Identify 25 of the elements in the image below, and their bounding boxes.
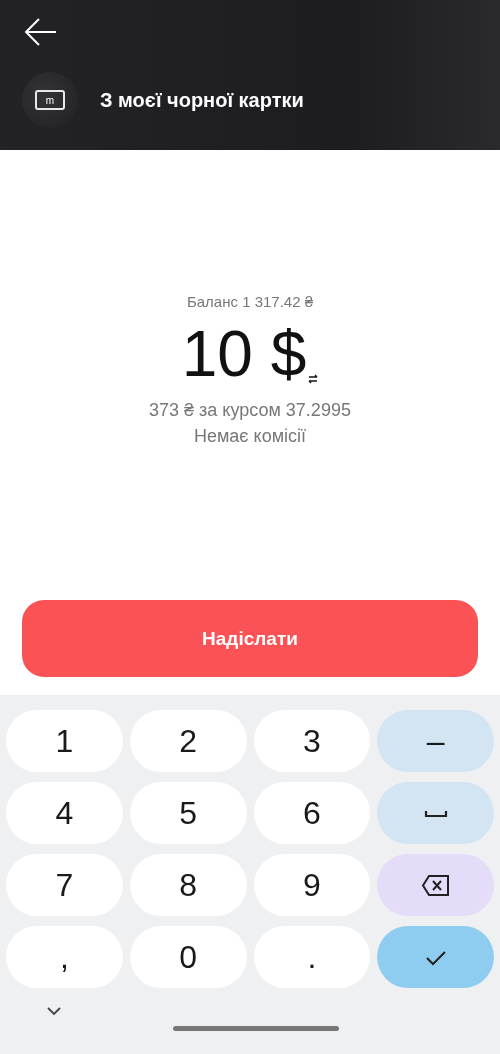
keyboard-key[interactable]: 3	[253, 710, 371, 772]
commission-text: Немає комісії	[193, 426, 306, 447]
exchange-rate-text: 373 ₴ за курсом 37.2995	[149, 400, 351, 421]
chevron-down-icon[interactable]	[46, 1006, 62, 1016]
amount-value: 10 $	[181, 322, 307, 386]
back-arrow-icon[interactable]	[22, 16, 58, 48]
keyboard-key[interactable]: 5	[129, 782, 247, 844]
keyboard-key[interactable]: ,	[6, 926, 123, 988]
space-icon	[423, 808, 448, 818]
keyboard-key[interactable]: .	[253, 926, 371, 988]
swap-icon[interactable]	[308, 374, 319, 384]
keyboard-key[interactable]: –	[377, 710, 494, 772]
keyboard-key[interactable]: 1	[6, 710, 123, 772]
keyboard-key[interactable]: 2	[129, 710, 247, 772]
keyboard-key[interactable]: 6	[253, 782, 371, 844]
backspace-icon	[421, 873, 451, 897]
keyboard-key[interactable]: 9	[253, 854, 371, 916]
checkmark-icon	[424, 948, 447, 966]
keyboard-key[interactable]: 4	[6, 782, 123, 844]
balance-text: Баланс 1 317.42 ₴	[186, 293, 314, 310]
keyboard-key[interactable]: 7	[6, 854, 123, 916]
keyboard-key[interactable]: 0	[129, 926, 247, 988]
keyboard-key[interactable]: 8	[129, 854, 247, 916]
card-icon: m	[35, 90, 65, 110]
header-title: З моєї чорної картки	[100, 88, 304, 112]
